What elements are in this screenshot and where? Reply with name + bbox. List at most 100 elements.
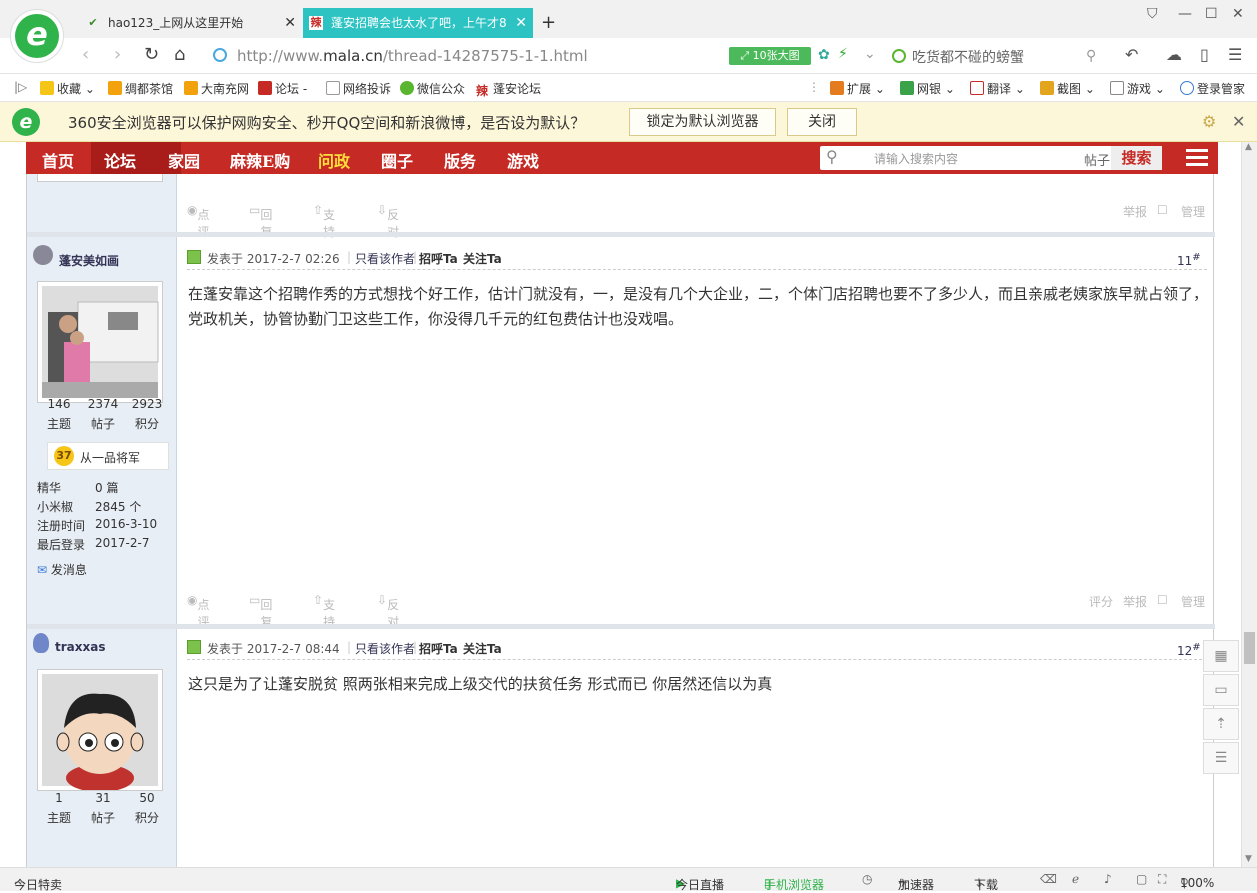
- comment-icon[interactable]: ▭: [1203, 674, 1239, 706]
- tab-hao123[interactable]: ✔ hao123_上网从这里开始 ✕: [80, 8, 302, 38]
- comment-button[interactable]: ◉ 点评: [187, 203, 210, 239]
- phone-icon[interactable]: ▯: [1200, 45, 1209, 64]
- avatar[interactable]: [37, 281, 163, 403]
- stat-topics[interactable]: 146: [37, 397, 81, 411]
- more-icon[interactable]: ⋮: [808, 80, 820, 94]
- menu-icon[interactable]: [1186, 149, 1208, 167]
- qrcode-icon[interactable]: ▦: [1203, 640, 1239, 672]
- browser-search-input[interactable]: 吃货都不碰的螃蟹 ⚲: [890, 46, 1110, 68]
- home-button[interactable]: ⌂: [174, 44, 185, 65]
- browser-e-icon[interactable]: ℯ: [1072, 872, 1079, 886]
- set-default-button[interactable]: 锁定为默认浏览器: [629, 108, 776, 136]
- stat-posts[interactable]: 2374: [81, 397, 125, 411]
- maximize-button[interactable]: ☐: [1205, 6, 1218, 22]
- greet-link[interactable]: 招呼Ta: [419, 250, 458, 267]
- floor-number[interactable]: 12#: [1177, 642, 1201, 658]
- close-tab-icon[interactable]: ✕: [284, 8, 296, 38]
- floor-number[interactable]: 11#: [1177, 252, 1201, 268]
- manage-checkbox[interactable]: ☐: [1157, 203, 1168, 217]
- search-scope-select[interactable]: 帖子: [1084, 150, 1110, 169]
- reply-button[interactable]: ▭ 回复: [249, 593, 272, 629]
- ext-translate[interactable]: 翻译 ⌄: [970, 80, 1025, 97]
- follow-link[interactable]: 关注Ta: [463, 250, 502, 267]
- forward-button[interactable]: ›: [114, 44, 121, 65]
- support-button[interactable]: ⇧ 支持: [313, 203, 335, 239]
- minimize-button[interactable]: —: [1178, 6, 1192, 22]
- stat-topics[interactable]: 1: [37, 791, 81, 805]
- chevron-down-icon[interactable]: ⌄: [864, 46, 876, 62]
- nav-homeland[interactable]: 家园: [168, 148, 200, 172]
- ext-bank[interactable]: 网银 ⌄: [900, 80, 955, 97]
- nav-games[interactable]: 游戏: [507, 148, 539, 172]
- close-window-button[interactable]: ✕: [1232, 6, 1244, 22]
- back-button[interactable]: ‹: [82, 44, 89, 65]
- nav-wenzheng[interactable]: 问政: [318, 148, 350, 172]
- bookmark-wechat[interactable]: 微信公众: [400, 80, 465, 97]
- nav-home[interactable]: 首页: [42, 148, 74, 172]
- greet-link[interactable]: 招呼Ta: [419, 640, 458, 657]
- url-input[interactable]: http://www.mala.cn/thread-14287575-1-1.h…: [207, 44, 725, 68]
- nav-mala-ego[interactable]: 麻辣E购: [230, 148, 290, 172]
- rate-button[interactable]: 评分: [1089, 593, 1113, 610]
- support-button[interactable]: ⇧ 支持: [313, 593, 335, 629]
- list-icon[interactable]: ☰: [1203, 742, 1239, 774]
- ten-pics-button[interactable]: ⤢ 10张大图: [729, 47, 811, 65]
- nav-forum[interactable]: 论坛: [104, 148, 136, 172]
- refresh-button[interactable]: ↻: [144, 44, 159, 65]
- reply-button[interactable]: ▭ 回复: [249, 203, 272, 239]
- report-button[interactable]: 举报: [1123, 593, 1147, 610]
- manage-button[interactable]: 管理: [1181, 203, 1205, 220]
- mute-icon[interactable]: ♪: [1104, 872, 1112, 886]
- bookmark-pengan[interactable]: 辣蓬安论坛: [476, 80, 541, 98]
- scroll-down-icon[interactable]: ▼: [1245, 854, 1252, 864]
- bookmark-complaint[interactable]: 网络投诉: [326, 80, 391, 97]
- nav-circle[interactable]: 圈子: [381, 148, 413, 172]
- search-icon[interactable]: ⚲: [1086, 48, 1096, 64]
- comment-button[interactable]: ◉ 点评: [187, 593, 210, 629]
- post-author-name[interactable]: traxxas: [55, 640, 105, 654]
- ext-screenshot[interactable]: 截图 ⌄: [1040, 80, 1095, 97]
- stat-credits[interactable]: 50: [125, 791, 169, 805]
- stat-credits[interactable]: 2923: [125, 397, 169, 411]
- stat-posts[interactable]: 31: [81, 791, 125, 805]
- back-to-top-icon[interactable]: ⇡: [1203, 708, 1239, 740]
- window-icon[interactable]: ▢: [1136, 872, 1147, 886]
- post-author-name[interactable]: 蓬安美如画: [59, 252, 119, 269]
- oppose-button[interactable]: ⇩ 反对: [377, 593, 399, 629]
- history-icon[interactable]: ◷: [862, 872, 872, 886]
- follow-link[interactable]: 关注Ta: [463, 640, 502, 657]
- gear-icon[interactable]: ⚙: [1202, 112, 1216, 131]
- bolt-icon[interactable]: ⚡: [838, 46, 848, 62]
- sidebar-toggle-icon[interactable]: |▷: [14, 80, 27, 94]
- close-icon[interactable]: ✕: [1232, 112, 1245, 131]
- fullscreen-icon[interactable]: ⛶: [1158, 872, 1166, 887]
- nav-admin[interactable]: 版务: [444, 148, 476, 172]
- close-tab-icon[interactable]: ✕: [515, 8, 527, 38]
- browser-logo[interactable]: e: [10, 9, 64, 63]
- skin-icon[interactable]: ⛉: [1147, 6, 1158, 22]
- manage-checkbox[interactable]: ☐: [1157, 593, 1168, 607]
- bookmark-dananchong[interactable]: 大南充网: [184, 80, 249, 97]
- ext-login-manager[interactable]: 登录管家: [1180, 80, 1245, 97]
- only-author-link[interactable]: 只看该作者: [355, 640, 415, 657]
- report-button[interactable]: 举报: [1123, 203, 1147, 220]
- avatar[interactable]: [37, 669, 163, 792]
- manage-button[interactable]: 管理: [1181, 593, 1205, 610]
- undo-icon[interactable]: ↶: [1125, 45, 1138, 64]
- send-message-link[interactable]: ✉ 发消息: [37, 561, 87, 578]
- ext-extend[interactable]: 扩展 ⌄: [830, 80, 885, 97]
- tab-mala-thread[interactable]: 辣 蓬安招聘会也太水了吧，上午才8 ✕: [303, 8, 533, 38]
- oppose-button[interactable]: ⇩ 反对: [377, 203, 399, 239]
- cloud-icon[interactable]: ☁: [1166, 45, 1182, 64]
- ext-games[interactable]: 游戏 ⌄: [1110, 80, 1165, 97]
- bookmark-favorites[interactable]: 收藏 ⌄: [40, 80, 95, 97]
- new-tab-button[interactable]: +: [541, 12, 556, 33]
- only-author-link[interactable]: 只看该作者: [355, 250, 415, 267]
- close-infobar-button[interactable]: 关闭: [787, 108, 857, 136]
- vertical-scrollbar[interactable]: ▲ ▼: [1241, 142, 1257, 867]
- refresh-green-icon[interactable]: ✿: [818, 47, 830, 63]
- scrollbar-thumb[interactable]: [1244, 632, 1255, 664]
- site-search-button[interactable]: 搜索: [1111, 146, 1162, 170]
- bookmark-choudu[interactable]: 绸都茶馆: [108, 80, 173, 97]
- bookmark-luntan[interactable]: 论坛 -: [258, 80, 307, 97]
